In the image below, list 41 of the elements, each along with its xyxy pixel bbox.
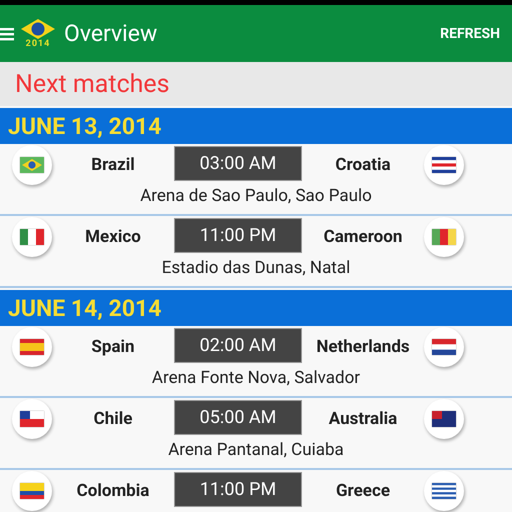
flag-icon (432, 339, 456, 355)
flag-icon (20, 339, 44, 355)
menu-icon[interactable] (0, 26, 14, 40)
away-team: Netherlands (315, 337, 411, 357)
refresh-button[interactable]: REFRESH (440, 20, 500, 48)
logo-year: 2014 (26, 40, 50, 49)
section-title: Next matches (15, 70, 170, 98)
flag-icon (432, 483, 456, 499)
away-team: Croatia (334, 155, 392, 175)
home-team: Chile (92, 409, 134, 429)
screen-title: Overview (64, 20, 158, 47)
away-team: Greece (334, 481, 392, 501)
match-time: 11:00 PM (174, 218, 302, 252)
home-team: Colombia (76, 481, 150, 501)
date-label: JUNE 13, 2014 (8, 112, 162, 140)
match-time: 02:00 AM (174, 328, 302, 362)
away-team: Cameroon (322, 227, 404, 247)
logo-icon (20, 18, 56, 40)
match-row[interactable]: Mexico 11:00 PM Cameroon Estadio das Dunas, Natal (0, 216, 512, 288)
home-team: Mexico (84, 227, 142, 247)
match-time: 03:00 AM (174, 146, 302, 180)
flag-icon (432, 229, 456, 245)
match-row[interactable]: Chile 05:00 AM Australia Arena Pantanal, Cuiaba (0, 398, 512, 470)
venue-label: Estadio das Dunas, Natal (160, 258, 352, 278)
home-team: Spain (90, 337, 136, 357)
flag-icon (20, 483, 44, 499)
flag-icon (432, 411, 456, 427)
flag-icon (20, 157, 44, 173)
home-team: Brazil (90, 155, 136, 175)
flag-icon (20, 411, 44, 427)
match-row[interactable]: Brazil 03:00 AM Croatia Arena de Sao Paulo, Sao Paulo (0, 144, 512, 216)
date-label: JUNE 14, 2014 (8, 294, 162, 322)
venue-label: Arena Pantanal, Cuiaba (167, 440, 345, 460)
match-time: 11:00 PM (174, 472, 302, 506)
venue-label: Arena Fonte Nova, Salvador (150, 368, 362, 388)
venue-label: Arena de Sao Paulo, Sao Paulo (139, 186, 373, 206)
away-team: Australia (328, 409, 398, 429)
flag-icon (20, 229, 44, 245)
match-row[interactable]: Spain 02:00 AM Netherlands Arena Fonte Nova, Salvador (0, 326, 512, 398)
match-time: 05:00 AM (174, 400, 302, 434)
flag-icon (432, 157, 456, 173)
